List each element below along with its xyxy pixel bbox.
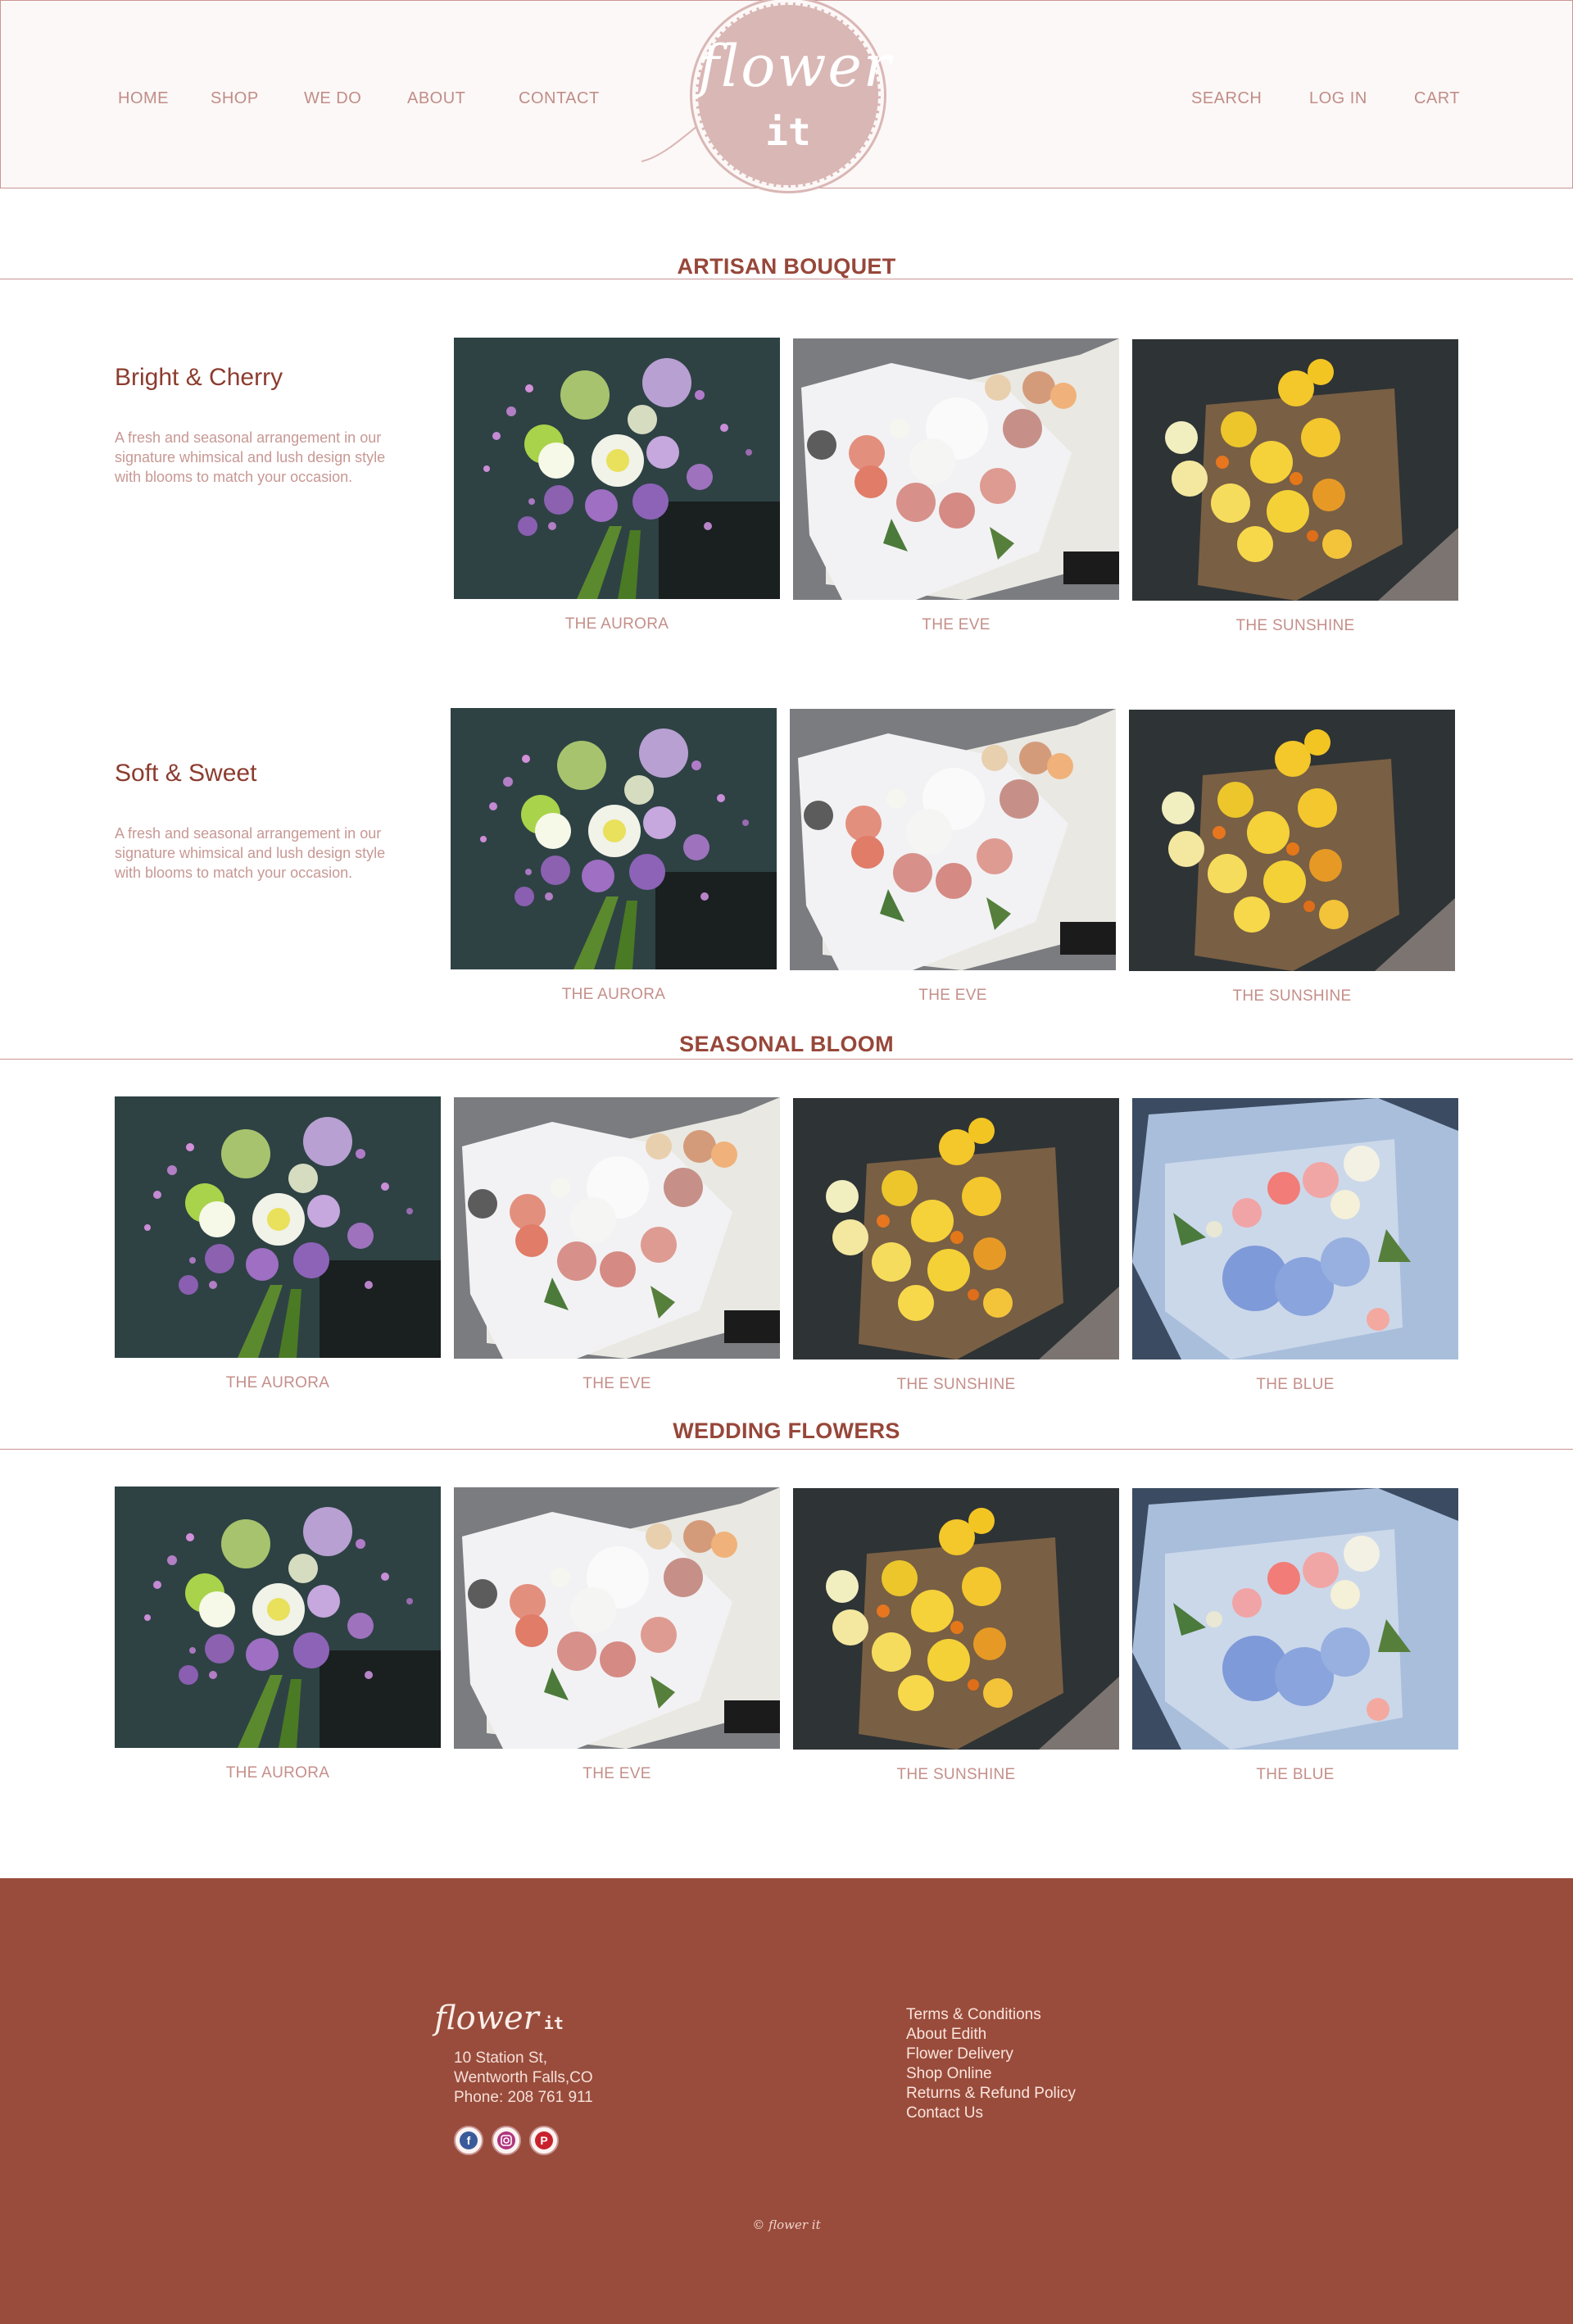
nav-cart[interactable]: CART	[1414, 89, 1460, 108]
product-name[interactable]: THE SUNSHINE	[1129, 987, 1455, 1005]
product-name[interactable]: THE SUNSHINE	[793, 1766, 1119, 1784]
product-name[interactable]: THE AURORA	[451, 986, 777, 1004]
product-name[interactable]: THE BLUE	[1132, 1766, 1458, 1784]
row-title-bright-cherry: Bright & Cherry	[115, 364, 283, 391]
address-line: Wentworth Falls,CO	[454, 2069, 593, 2086]
product-photo-sunshine[interactable]	[793, 1488, 1119, 1750]
product-card[interactable]: THE SUNSHINE	[1132, 339, 1458, 634]
nav-we-do[interactable]: WE DO	[304, 89, 361, 108]
section-divider	[0, 1059, 1573, 1060]
facebook-icon[interactable]: f	[454, 2126, 483, 2155]
footer-link-returns[interactable]: Returns & Refund Policy	[906, 2085, 1076, 2103]
section-divider	[0, 1449, 1573, 1450]
section-title-artisan: ARTISAN BOUQUET	[677, 254, 896, 279]
product-photo-aurora[interactable]	[115, 1096, 441, 1358]
product-photo-sunshine[interactable]	[1132, 339, 1458, 601]
product-photo-aurora[interactable]	[454, 338, 780, 599]
footer-logo-suffix: it	[543, 2013, 564, 2033]
product-card[interactable]: THE AURORA	[454, 338, 780, 633]
section-title-seasonal: SEASONAL BLOOM	[679, 1032, 894, 1056]
product-card[interactable]: THE EVE	[793, 338, 1119, 633]
site-logo[interactable]: flower it	[696, 2, 893, 188]
row-description: A fresh and seasonal arrangement in our …	[115, 825, 386, 881]
product-name[interactable]: THE SUNSHINE	[1132, 617, 1458, 635]
address-line: 10 Station St,	[454, 2049, 548, 2067]
product-name[interactable]: THE EVE	[793, 616, 1119, 634]
product-card[interactable]: THE EVE	[790, 709, 1116, 1004]
nav-log-in[interactable]: LOG IN	[1309, 89, 1367, 108]
logo-script-text: flower	[698, 33, 893, 100]
nav-search[interactable]: SEARCH	[1191, 89, 1262, 108]
nav-shop[interactable]: SHOP	[211, 89, 259, 108]
nav-about[interactable]: ABOUT	[407, 89, 465, 108]
product-name[interactable]: THE EVE	[790, 987, 1116, 1005]
instagram-icon[interactable]	[492, 2126, 521, 2155]
product-photo-blue[interactable]	[1132, 1488, 1458, 1750]
product-photo-eve[interactable]	[454, 1487, 780, 1749]
site-header: HOME SHOP WE DO ABOUT CONTACT flower it …	[0, 0, 1573, 188]
product-card[interactable]: THE AURORA	[115, 1096, 441, 1391]
product-photo-sunshine[interactable]	[793, 1098, 1119, 1359]
nav-contact[interactable]: CONTACT	[519, 89, 600, 108]
product-name[interactable]: THE EVE	[454, 1375, 780, 1393]
footer-link-terms[interactable]: Terms & Conditions	[906, 2006, 1041, 2024]
product-card[interactable]: THE BLUE	[1132, 1098, 1458, 1393]
product-photo-eve[interactable]	[793, 338, 1119, 600]
row-description: A fresh and seasonal arrangement in our …	[115, 429, 386, 485]
product-photo-eve[interactable]	[454, 1097, 780, 1359]
product-photo-aurora[interactable]	[115, 1487, 441, 1748]
product-photo-blue[interactable]	[1132, 1098, 1458, 1359]
nav-home[interactable]: HOME	[118, 89, 169, 108]
product-card[interactable]: THE AURORA	[115, 1487, 441, 1782]
product-name[interactable]: THE AURORA	[115, 1374, 441, 1392]
product-photo-sunshine[interactable]	[1129, 710, 1455, 971]
footer-logo[interactable]: flower it	[434, 1999, 564, 2037]
section-title-wedding: WEDDING FLOWERS	[673, 1418, 900, 1443]
product-name[interactable]: THE AURORA	[115, 1764, 441, 1782]
footer-link-shop[interactable]: Shop Online	[906, 2065, 992, 2083]
product-name[interactable]: THE SUNSHINE	[793, 1376, 1119, 1394]
row-title-soft-sweet: Soft & Sweet	[115, 760, 257, 787]
product-card[interactable]: THE EVE	[454, 1487, 780, 1782]
product-name[interactable]: THE AURORA	[454, 615, 780, 633]
product-card[interactable]: THE BLUE	[1132, 1488, 1458, 1783]
footer-link-delivery[interactable]: Flower Delivery	[906, 2045, 1013, 2063]
product-name[interactable]: THE BLUE	[1132, 1376, 1458, 1394]
product-card[interactable]: THE SUNSHINE	[1129, 710, 1455, 1005]
footer-logo-script: flower	[434, 1999, 539, 2037]
product-name[interactable]: THE EVE	[454, 1765, 780, 1783]
product-card[interactable]: THE AURORA	[451, 708, 777, 1003]
footer-link-contact[interactable]: Contact Us	[906, 2104, 983, 2122]
product-card[interactable]: THE SUNSHINE	[793, 1488, 1119, 1783]
product-photo-aurora[interactable]	[451, 708, 777, 969]
product-card[interactable]: THE SUNSHINE	[793, 1098, 1119, 1393]
logo-suffix-text: it	[765, 110, 811, 154]
site-footer: flower it	[0, 1878, 1573, 2324]
footer-link-about[interactable]: About Edith	[906, 2026, 986, 2044]
pinterest-icon[interactable]: P	[529, 2126, 559, 2155]
product-photo-eve[interactable]	[790, 709, 1116, 970]
product-card[interactable]: THE EVE	[454, 1097, 780, 1392]
phone-line: Phone: 208 761 911	[454, 2089, 593, 2106]
copyright: © flower it	[752, 2217, 821, 2232]
